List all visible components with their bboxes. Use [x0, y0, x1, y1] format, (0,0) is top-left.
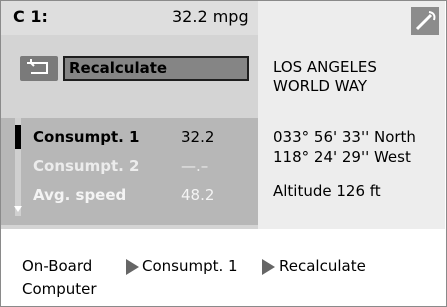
menu-value-consumption-1: 32.2 — [181, 128, 215, 146]
menu-item-avg-speed[interactable]: Avg. speed — [33, 186, 126, 204]
compass-icon[interactable] — [411, 7, 439, 35]
breadcrumb-item-recalculate: Recalculate — [279, 257, 366, 275]
back-button[interactable] — [20, 56, 58, 81]
menu-value-avg-speed: 48.2 — [181, 186, 215, 204]
menu-item-consumption-1[interactable]: Consumpt. 1 — [33, 128, 140, 146]
display-screen: C 1: 32.2 mpg Recalculate Consumpt. 1 32… — [1, 1, 445, 229]
left-panel: C 1: 32.2 mpg Recalculate Consumpt. 1 32… — [1, 1, 258, 229]
longitude-text: 118° 24' 29'' West — [273, 148, 411, 166]
latitude-text: 033° 56' 33'' North — [273, 128, 416, 146]
breadcrumb-item-consumption-1: Consumpt. 1 — [142, 257, 238, 275]
menu-value-consumption-2: —.– — [181, 157, 209, 175]
breadcrumb-root-line-1: On-Board — [22, 257, 93, 275]
breadcrumb-arrow-icon — [262, 259, 275, 275]
scroll-down-arrow-icon[interactable] — [14, 206, 22, 212]
scrollbar-thumb[interactable] — [15, 125, 21, 149]
menu-item-consumption-2[interactable]: Consumpt. 2 — [33, 157, 140, 175]
c1-label: C 1: — [13, 7, 48, 26]
location-line-1: LOS ANGELES — [273, 58, 377, 76]
location-line-2: WORLD WAY — [273, 77, 368, 95]
altitude-text: Altitude 126 ft — [273, 182, 381, 200]
c1-value: 32.2 mpg — [172, 7, 249, 26]
breadcrumb-arrow-icon — [126, 259, 139, 275]
breadcrumb-root-line-2: Computer — [22, 280, 97, 298]
recalculate-label: Recalculate — [69, 59, 168, 77]
back-arrow-icon — [27, 59, 48, 74]
c1-row: C 1: 32.2 mpg — [1, 1, 258, 35]
